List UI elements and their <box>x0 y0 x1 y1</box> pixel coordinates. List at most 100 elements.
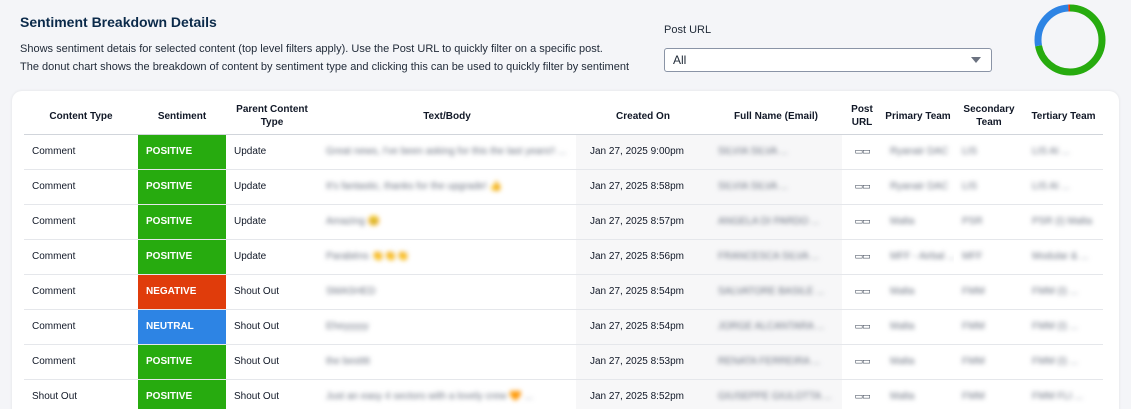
header: Sentiment Breakdown Details Shows sentim… <box>20 14 629 76</box>
text-body-cell: It's fantastic, thanks for the upgrade! … <box>318 169 576 205</box>
full-name-cell: GIUSEPPE GIULOTTA ... <box>710 379 842 409</box>
primary-team-cell-value: MFF - Airbal ... <box>890 251 954 262</box>
parent-content-type-cell: Shout Out <box>226 379 318 409</box>
primary-team-cell: Malta <box>882 274 954 310</box>
secondary-team-cell-value: PSR <box>962 216 983 227</box>
post-url-cell[interactable]: ▭▭ <box>842 309 882 345</box>
primary-team-cell: Malta <box>882 379 954 409</box>
text-body-cell: the bestttt <box>318 344 576 380</box>
tertiary-team-cell: FMM (I) ... <box>1024 344 1103 380</box>
description-line-2: The donut chart shows the breakdown of c… <box>20 61 630 73</box>
text-body-cell: Amazing 😊 <box>318 204 576 240</box>
primary-team-cell: Ryanair DAC <box>882 169 954 205</box>
col-header-content-type[interactable]: Content Type <box>24 99 138 135</box>
primary-team-cell: MFF - Airbal ... <box>882 239 954 275</box>
primary-team-cell-value: Malta <box>890 321 915 332</box>
secondary-team-cell-value: MFF <box>962 251 983 262</box>
link-icon[interactable]: ▭▭ <box>854 147 870 157</box>
post-url-cell[interactable]: ▭▭ <box>842 204 882 240</box>
link-icon[interactable]: ▭▭ <box>854 392 870 402</box>
secondary-team-cell: PSR <box>954 204 1024 240</box>
link-icon[interactable]: ▭▭ <box>854 252 870 262</box>
table-row[interactable]: Comment POSITIVE Update It's fantastic, tha… <box>24 169 1103 205</box>
table-row[interactable]: Comment POSITIVE Update Parabéns 👏👏👏 Jan 27,… <box>24 239 1103 275</box>
primary-team-cell-value: Malta <box>890 356 915 367</box>
tertiary-team-cell: FMM (I) ... <box>1024 309 1103 345</box>
primary-team-cell-value: Malta <box>890 286 915 297</box>
secondary-team-cell-value: FMM <box>962 321 985 332</box>
col-header-created-on[interactable]: Created On <box>576 99 710 135</box>
tertiary-team-cell-value: Modular & ... <box>1032 251 1089 262</box>
full-name-cell-value: SILVIA SILVA ... <box>718 146 789 157</box>
tertiary-team-cell: PSR (I) Malta <box>1024 204 1103 240</box>
secondary-team-cell: LIS <box>954 134 1024 170</box>
full-name-cell-value: RENATA FERREIRA ... <box>718 356 821 367</box>
secondary-team-cell-value: LIS <box>962 181 978 192</box>
full-name-cell-value: SILVIA SILVA ... <box>718 181 789 192</box>
sentiment-donut-chart[interactable] <box>1033 3 1107 77</box>
content-type-cell: Comment <box>24 169 138 205</box>
col-header-secondary-team[interactable]: Secondary Team <box>954 99 1024 135</box>
col-header-parent-content-type[interactable]: Parent Content Type <box>226 99 318 135</box>
created-on-cell: Jan 27, 2025 9:00pm <box>576 134 710 170</box>
parent-content-type-cell: Shout Out <box>226 344 318 380</box>
sentiment-badge: POSITIVE <box>138 134 226 170</box>
created-on-cell: Jan 27, 2025 8:57pm <box>576 204 710 240</box>
secondary-team-cell-value: FMM <box>962 286 985 297</box>
col-header-full-name[interactable]: Full Name (Email) <box>710 99 842 135</box>
tertiary-team-cell-value: LIS AI ... <box>1032 146 1070 157</box>
description-line-1: Shows sentiment detais for selected cont… <box>20 43 603 55</box>
text-body-cell: SMASHED <box>318 274 576 310</box>
table-row[interactable]: Comment NEGATIVE Shout Out SMASHED Jan 27, 2… <box>24 274 1103 310</box>
table-row[interactable]: Comment POSITIVE Update Great news, I've be… <box>24 134 1103 170</box>
tertiary-team-cell: FMM FLI ... <box>1024 379 1103 409</box>
post-url-cell[interactable]: ▭▭ <box>842 134 882 170</box>
table-row[interactable]: Comment POSITIVE Update Amazing 😊 Jan 27, 20… <box>24 204 1103 240</box>
col-header-sentiment[interactable]: Sentiment <box>138 99 226 135</box>
parent-content-type-cell: Update <box>226 239 318 275</box>
secondary-team-cell: LIS <box>954 169 1024 205</box>
col-header-post-url[interactable]: Post URL <box>842 99 882 135</box>
post-url-selected-value: All <box>673 53 687 67</box>
full-name-cell: SILVIA SILVA ... <box>710 169 842 205</box>
post-url-cell[interactable]: ▭▭ <box>842 344 882 380</box>
post-url-label: Post URL <box>664 24 712 36</box>
col-header-primary-team[interactable]: Primary Team <box>882 99 954 135</box>
parent-content-type-cell: Update <box>226 204 318 240</box>
content-type-cell: Comment <box>24 204 138 240</box>
created-on-cell: Jan 27, 2025 8:56pm <box>576 239 710 275</box>
table-row[interactable]: Comment NEUTRAL Shout Out Eheyyyyy Jan 27, 2… <box>24 309 1103 345</box>
link-icon[interactable]: ▭▭ <box>854 322 870 332</box>
sentiment-badge: POSITIVE <box>138 344 226 380</box>
link-icon[interactable]: ▭▭ <box>854 182 870 192</box>
sentiment-badge: POSITIVE <box>138 169 226 205</box>
link-icon[interactable]: ▭▭ <box>854 287 870 297</box>
tertiary-team-cell: LIS AI ... <box>1024 169 1103 205</box>
created-on-cell: Jan 27, 2025 8:53pm <box>576 344 710 380</box>
full-name-cell-value: JORGE ALCANTARA ... <box>718 321 825 332</box>
link-icon[interactable]: ▭▭ <box>854 357 870 367</box>
post-url-cell[interactable]: ▭▭ <box>842 169 882 205</box>
parent-content-type-cell: Shout Out <box>226 309 318 345</box>
post-url-select[interactable]: All <box>664 48 992 72</box>
sentiment-badge: POSITIVE <box>138 239 226 275</box>
content-type-cell: Comment <box>24 344 138 380</box>
full-name-cell: SALVATORE BASILE ... <box>710 274 842 310</box>
content-type-cell: Comment <box>24 239 138 275</box>
link-icon[interactable]: ▭▭ <box>854 217 870 227</box>
table-row[interactable]: Shout Out POSITIVE Shout Out Just an easy 4… <box>24 379 1103 409</box>
table-row[interactable]: Comment POSITIVE Shout Out the bestttt Jan 2… <box>24 344 1103 380</box>
post-url-cell[interactable]: ▭▭ <box>842 274 882 310</box>
tertiary-team-cell-value: FMM (I) ... <box>1032 321 1079 332</box>
full-name-cell-value: FRANCESCA SILVA ... <box>718 251 820 262</box>
post-url-cell[interactable]: ▭▭ <box>842 379 882 409</box>
full-name-cell: SILVIA SILVA ... <box>710 134 842 170</box>
content-type-cell: Comment <box>24 274 138 310</box>
parent-content-type-cell: Update <box>226 169 318 205</box>
parent-content-type-cell: Shout Out <box>226 274 318 310</box>
tertiary-team-cell: LIS AI ... <box>1024 134 1103 170</box>
post-url-cell[interactable]: ▭▭ <box>842 239 882 275</box>
col-header-tertiary-team[interactable]: Tertiary Team <box>1024 99 1103 135</box>
col-header-text-body[interactable]: Text/Body <box>318 99 576 135</box>
primary-team-cell-value: Malta <box>890 391 915 402</box>
